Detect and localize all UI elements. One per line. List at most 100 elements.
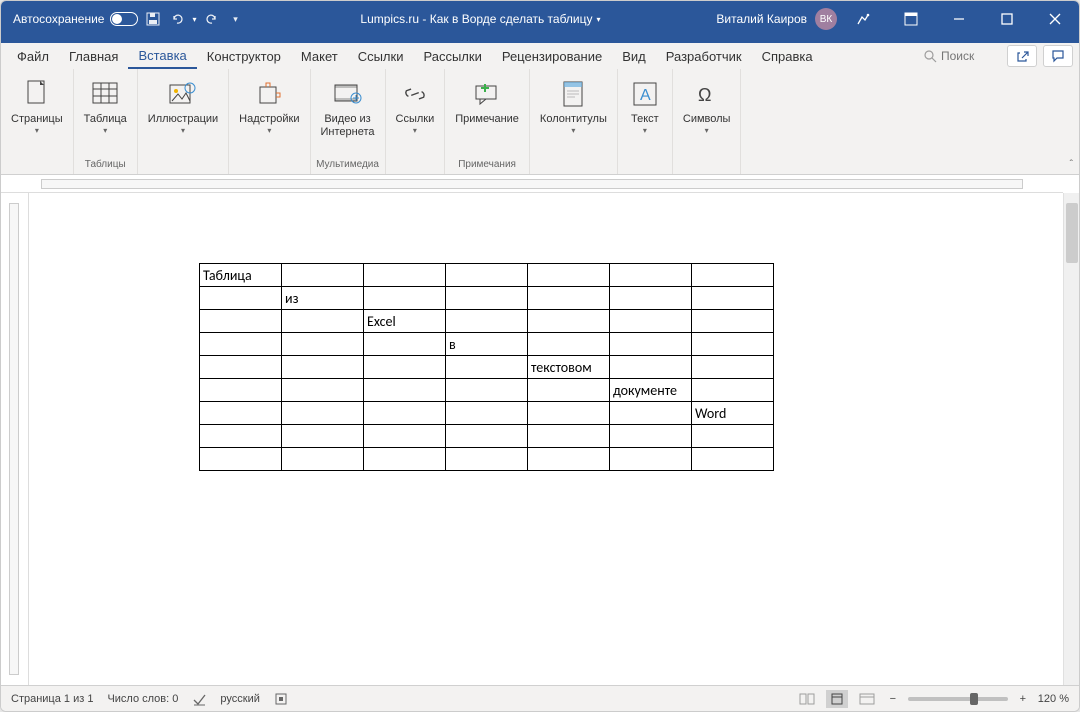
spellcheck-icon[interactable]	[192, 692, 206, 706]
vertical-scrollbar[interactable]	[1063, 193, 1079, 685]
read-mode-button[interactable]	[796, 690, 818, 708]
table-cell[interactable]	[692, 310, 774, 333]
macro-icon[interactable]	[274, 692, 288, 706]
zoom-out-button[interactable]: −	[886, 693, 900, 705]
online-video-button[interactable]: Видео изИнтернета	[315, 73, 381, 141]
tab-insert[interactable]: Вставка	[128, 44, 196, 69]
user-name[interactable]: Виталий Каиров	[716, 12, 807, 26]
table-cell[interactable]	[200, 379, 282, 402]
table-cell[interactable]	[692, 425, 774, 448]
table-cell[interactable]: в	[446, 333, 528, 356]
table-cell[interactable]	[446, 425, 528, 448]
comments-button[interactable]	[1043, 45, 1073, 67]
table-cell[interactable]	[446, 287, 528, 310]
symbols-button[interactable]: Ω Символы▾	[677, 73, 737, 138]
tab-help[interactable]: Справка	[752, 45, 823, 68]
word-count[interactable]: Число слов: 0	[107, 693, 178, 705]
redo-icon[interactable]	[203, 10, 221, 28]
coming-soon-icon[interactable]	[841, 1, 885, 37]
table-cell[interactable]	[446, 264, 528, 287]
maximize-button[interactable]	[985, 1, 1029, 37]
table-cell[interactable]	[282, 448, 364, 471]
table-cell[interactable]: документе	[610, 379, 692, 402]
table-cell[interactable]	[528, 287, 610, 310]
title-dropdown-icon[interactable]: ▾	[597, 15, 601, 24]
table-cell[interactable]	[200, 425, 282, 448]
table-cell[interactable]	[282, 402, 364, 425]
table-cell[interactable]	[610, 287, 692, 310]
search-input[interactable]	[941, 49, 1001, 63]
tab-references[interactable]: Ссылки	[348, 45, 414, 68]
tab-file[interactable]: Файл	[7, 45, 59, 68]
pages-button[interactable]: Страницы▾	[5, 73, 69, 138]
table-cell[interactable]	[528, 379, 610, 402]
tab-design[interactable]: Конструктор	[197, 45, 291, 68]
document-table[interactable]: ТаблицаизExcelвтекстовомдокументеWord	[199, 263, 774, 471]
table-cell[interactable]	[692, 287, 774, 310]
table-cell[interactable]	[282, 356, 364, 379]
tab-review[interactable]: Рецензирование	[492, 45, 612, 68]
table-cell[interactable]	[446, 310, 528, 333]
comment-button[interactable]: Примечание	[449, 73, 525, 128]
web-layout-button[interactable]	[856, 690, 878, 708]
table-cell[interactable]	[200, 287, 282, 310]
table-cell[interactable]	[610, 425, 692, 448]
table-cell[interactable]	[364, 448, 446, 471]
table-cell[interactable]: Excel	[364, 310, 446, 333]
table-cell[interactable]	[200, 310, 282, 333]
undo-icon[interactable]	[168, 10, 186, 28]
table-cell[interactable]	[528, 425, 610, 448]
addins-button[interactable]: Надстройки▾	[233, 73, 305, 138]
table-cell[interactable]	[200, 333, 282, 356]
zoom-slider[interactable]	[908, 697, 1008, 701]
horizontal-ruler[interactable]	[1, 175, 1063, 193]
illustrations-button[interactable]: Иллюстрации▾	[142, 73, 224, 138]
tab-view[interactable]: Вид	[612, 45, 656, 68]
zoom-percent[interactable]: 120 %	[1038, 693, 1069, 705]
page-indicator[interactable]: Страница 1 из 1	[11, 693, 93, 705]
table-cell[interactable]	[446, 402, 528, 425]
table-cell[interactable]	[364, 287, 446, 310]
table-cell[interactable]	[692, 379, 774, 402]
autosave-toggle[interactable]: Автосохранение	[13, 12, 138, 26]
share-button[interactable]	[1007, 45, 1037, 67]
tab-mailings[interactable]: Рассылки	[413, 45, 491, 68]
table-cell[interactable]	[692, 333, 774, 356]
table-cell[interactable]	[446, 379, 528, 402]
print-layout-button[interactable]	[826, 690, 848, 708]
table-cell[interactable]: Word	[692, 402, 774, 425]
table-cell[interactable]	[282, 310, 364, 333]
table-cell[interactable]	[610, 333, 692, 356]
table-cell[interactable]	[610, 402, 692, 425]
table-cell[interactable]	[364, 379, 446, 402]
table-button[interactable]: Таблица▾	[78, 73, 133, 138]
collapse-ribbon-icon[interactable]: ˆ	[1070, 159, 1073, 170]
document-page[interactable]: ТаблицаизExcelвтекстовомдокументеWord	[29, 193, 1063, 685]
search-box[interactable]	[924, 49, 1001, 63]
close-button[interactable]	[1033, 1, 1077, 37]
table-cell[interactable]	[692, 264, 774, 287]
qat-customize-icon[interactable]: ▾	[227, 10, 245, 28]
table-cell[interactable]: текстовом	[528, 356, 610, 379]
table-cell[interactable]	[200, 448, 282, 471]
table-cell[interactable]	[446, 356, 528, 379]
tab-layout[interactable]: Макет	[291, 45, 348, 68]
tab-home[interactable]: Главная	[59, 45, 128, 68]
minimize-button[interactable]	[937, 1, 981, 37]
table-cell[interactable]	[528, 310, 610, 333]
table-cell[interactable]	[528, 333, 610, 356]
table-cell[interactable]	[282, 333, 364, 356]
table-cell[interactable]	[610, 356, 692, 379]
ribbon-display-icon[interactable]	[889, 1, 933, 37]
table-cell[interactable]	[528, 264, 610, 287]
tab-developer[interactable]: Разработчик	[656, 45, 752, 68]
table-cell[interactable]	[364, 333, 446, 356]
table-cell[interactable]: из	[282, 287, 364, 310]
table-cell[interactable]	[282, 264, 364, 287]
table-cell[interactable]	[528, 402, 610, 425]
table-cell[interactable]	[446, 448, 528, 471]
header-footer-button[interactable]: Колонтитулы▾	[534, 73, 613, 138]
table-cell[interactable]	[528, 448, 610, 471]
table-cell[interactable]: Таблица	[200, 264, 282, 287]
table-cell[interactable]	[364, 264, 446, 287]
